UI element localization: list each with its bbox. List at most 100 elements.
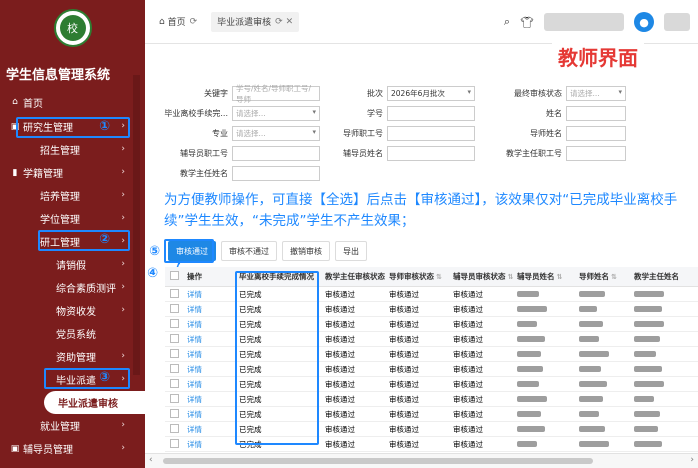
row-checkbox[interactable]: [170, 333, 179, 343]
sidebar-item[interactable]: ▣ 辅导员管理 ›: [0, 437, 145, 460]
close-icon[interactable]: ⟳ ✕: [275, 17, 293, 27]
tutor-name-input[interactable]: [566, 126, 626, 141]
row-select-cell[interactable]: [165, 393, 183, 405]
avatar[interactable]: ●: [634, 12, 654, 32]
sidebar-scrollbar[interactable]: [133, 75, 140, 375]
user-name[interactable]: [664, 13, 690, 31]
table-row[interactable]: 详情 已完成 审核通过 审核通过 审核通过: [165, 392, 698, 407]
table-row[interactable]: 详情 已完成 审核通过 审核通过 审核通过: [165, 377, 698, 392]
approve-button[interactable]: 审核通过: [168, 241, 216, 261]
row-select-cell[interactable]: [165, 423, 183, 435]
tab-home[interactable]: ⌂ 首页 ⟳: [153, 12, 203, 32]
sidebar-item[interactable]: 招生管理 ›: [0, 138, 145, 161]
shirt-icon[interactable]: 👕︎: [520, 16, 534, 29]
sort-icon[interactable]: ⇅: [436, 273, 442, 281]
table-row[interactable]: 详情 已完成 审核通过 审核通过 审核通过: [165, 317, 698, 332]
sort-icon[interactable]: ⇅: [611, 273, 617, 281]
row-select-cell[interactable]: [165, 303, 183, 315]
sidebar-item[interactable]: 物资收发 ›: [0, 299, 145, 322]
sidebar-item[interactable]: 毕业派遣 ›: [0, 368, 145, 391]
select-all-cell[interactable]: [165, 271, 183, 282]
sidebar-item[interactable]: 党员系统: [0, 322, 145, 345]
header-counselor-status[interactable]: 辅导员审核状态 ⇅: [449, 271, 513, 282]
counselor-id-input[interactable]: [232, 146, 320, 161]
sidebar-item[interactable]: 毕业派遣审核: [44, 391, 145, 414]
row-select-cell[interactable]: [165, 348, 183, 360]
select-all-checkbox[interactable]: [170, 271, 179, 280]
header-counselor-name[interactable]: 辅导员姓名 ⇅: [513, 271, 575, 282]
row-select-cell[interactable]: [165, 318, 183, 330]
detail-link[interactable]: 详情: [183, 289, 235, 300]
sidebar-item[interactable]: 资助管理 ›: [0, 345, 145, 368]
detail-link[interactable]: 详情: [183, 319, 235, 330]
sidebar-item[interactable]: 学位管理 ›: [0, 207, 145, 230]
row-select-cell[interactable]: [165, 378, 183, 390]
sidebar-item[interactable]: 培养管理 ›: [0, 184, 145, 207]
detail-link[interactable]: 详情: [183, 424, 235, 435]
row-select-cell[interactable]: [165, 363, 183, 375]
search-icon[interactable]: ⌕: [504, 15, 510, 29]
tab-graduation-review[interactable]: 毕业派遣审核 ⟳ ✕: [211, 11, 300, 32]
detail-link[interactable]: 详情: [183, 304, 235, 315]
row-select-cell[interactable]: [165, 333, 183, 345]
table-row[interactable]: 详情 已完成 审核通过 审核通过 审核通过: [165, 362, 698, 377]
table-row[interactable]: 详情 已完成 审核通过 审核通过 审核通过: [165, 287, 698, 302]
row-select-cell[interactable]: [165, 288, 183, 300]
table-row[interactable]: 详情 已完成 审核通过 审核通过 审核通过: [165, 407, 698, 422]
header-tutor-name[interactable]: 导师姓名 ⇅: [575, 271, 630, 282]
row-select-cell[interactable]: [165, 438, 183, 450]
scroll-right-icon[interactable]: ›: [690, 455, 694, 465]
row-checkbox[interactable]: [170, 303, 179, 313]
row-checkbox[interactable]: [170, 438, 179, 448]
procedure-select[interactable]: 请选择... ▾: [232, 106, 320, 121]
sidebar-item[interactable]: 研工管理 ›: [0, 230, 145, 253]
refresh-icon[interactable]: ⟳: [190, 17, 198, 27]
sidebar-item[interactable]: ▮ 学籍管理 ›: [0, 161, 145, 184]
row-checkbox[interactable]: [170, 378, 179, 388]
table-row[interactable]: 详情 已完成 审核通过 审核通过 审核通过: [165, 302, 698, 317]
row-checkbox[interactable]: [170, 348, 179, 358]
detail-link[interactable]: 详情: [183, 394, 235, 405]
keyword-input[interactable]: 学号/姓名/导师职工号/导师: [232, 84, 320, 104]
detail-link[interactable]: 详情: [183, 364, 235, 375]
scroll-thumb[interactable]: [163, 458, 593, 464]
major-select[interactable]: 请选择... ▾: [232, 126, 320, 141]
row-checkbox[interactable]: [170, 288, 179, 298]
table-row[interactable]: 详情 已完成 审核通过 审核通过 审核通过: [165, 347, 698, 362]
export-button[interactable]: 导出: [335, 241, 367, 261]
reject-button[interactable]: 审核不通过: [221, 241, 277, 261]
table-row[interactable]: 详情 已完成 审核通过 审核通过 审核通过: [165, 422, 698, 437]
sort-icon[interactable]: ⇅: [557, 273, 563, 281]
sidebar-item[interactable]: 就业管理 ›: [0, 414, 145, 437]
director-name-input[interactable]: [232, 166, 320, 181]
row-checkbox[interactable]: [170, 318, 179, 328]
detail-link[interactable]: 详情: [183, 379, 235, 390]
header-tutor-status[interactable]: 导师审核状态 ⇅: [385, 271, 449, 282]
row-checkbox[interactable]: [170, 408, 179, 418]
role-select[interactable]: [544, 13, 624, 31]
row-checkbox[interactable]: [170, 423, 179, 433]
scroll-left-icon[interactable]: ‹: [149, 455, 153, 465]
row-select-cell[interactable]: [165, 408, 183, 420]
header-director-status[interactable]: 教学主任审核状态⇅: [321, 271, 385, 282]
table-row[interactable]: 详情 已完成 审核通过 审核通过 审核通过: [165, 332, 698, 347]
revoke-button[interactable]: 撤销审核: [282, 241, 330, 261]
final-status-select[interactable]: 请选择... ▾: [566, 86, 626, 101]
sidebar-item[interactable]: ▣ 研究生管理 ›: [0, 115, 145, 138]
name-input[interactable]: [566, 106, 626, 121]
detail-link[interactable]: 详情: [183, 334, 235, 345]
sidebar-item[interactable]: ⌂ 首页: [0, 89, 145, 115]
horizontal-scrollbar[interactable]: ‹ ›: [145, 453, 698, 468]
sidebar-item[interactable]: 请销假 ›: [0, 253, 145, 276]
table-row[interactable]: 详情 已完成 审核通过 审核通过 审核通过: [165, 437, 698, 452]
row-checkbox[interactable]: [170, 363, 179, 373]
sidebar-item[interactable]: 综合素质测评 ›: [0, 276, 145, 299]
student-no-input[interactable]: [387, 106, 475, 121]
tutor-id-input[interactable]: [387, 126, 475, 141]
counselor-name-input[interactable]: [387, 146, 475, 161]
director-id-input[interactable]: [566, 146, 626, 161]
row-checkbox[interactable]: [170, 393, 179, 403]
detail-link[interactable]: 详情: [183, 409, 235, 420]
detail-link[interactable]: 详情: [183, 349, 235, 360]
batch-select[interactable]: 2026年6月批次 ▾: [387, 86, 475, 101]
